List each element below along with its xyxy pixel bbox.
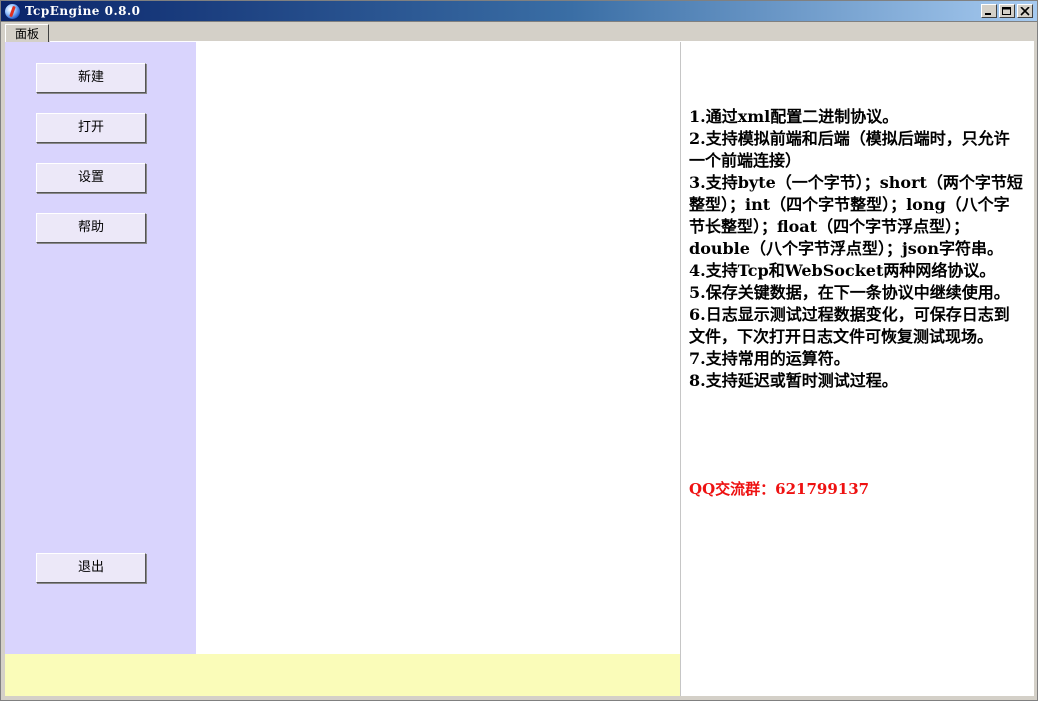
window-controls [981,4,1033,18]
maximize-icon [1002,7,1011,15]
window-title: TcpEngine 0.8.0 [25,4,141,18]
feature-item: 1.通过xml配置二进制协议。 [689,107,899,126]
feature-item: 2.支持模拟前端和后端（模拟后端时，只允许一个前端连接） [689,129,1010,170]
sidebar: 新建 打开 设置 帮助 退出 [5,42,196,654]
feature-item: 7.支持常用的运算符。 [689,349,850,368]
feature-list: 1.通过xml配置二进制协议。 2.支持模拟前端和后端（模拟后端时，只允许一个前… [689,106,1024,392]
maximize-button[interactable] [999,4,1015,18]
title-bar[interactable]: TcpEngine 0.8.0 [0,0,1038,22]
new-button[interactable]: 新建 [36,63,146,93]
tab-strip: 面板 [0,22,1038,43]
feature-item: 3.支持byte（一个字节）；short（两个字节短整型）；int（四个字节整型… [689,173,1023,258]
feature-item: 5.保存关键数据，在下一条协议中继续使用。 [689,283,1010,302]
feature-item: 4.支持Tcp和WebSocket两种网络协议。 [689,261,996,280]
main-panel: 新建 打开 设置 帮助 退出 1.通过xml配置二进制协议。 2.支持模拟前端和… [5,42,1034,696]
workspace-area[interactable] [196,42,680,654]
help-button[interactable]: 帮助 [36,213,146,243]
minimize-button[interactable] [981,4,997,18]
close-button[interactable] [1017,4,1033,18]
close-icon [1020,7,1030,16]
log-status-bar [5,654,680,696]
qq-group-text: QQ交流群：621799137 [689,480,870,498]
tab-panel[interactable]: 面板 [5,24,50,43]
settings-button[interactable]: 设置 [36,163,146,193]
app-globe-icon[interactable] [5,4,20,19]
feature-item: 6.日志显示测试过程数据变化，可保存日志到文件，下次打开日志文件可恢复测试现场。 [689,305,1010,346]
feature-item: 8.支持延迟或暂时测试过程。 [689,371,898,390]
open-button[interactable]: 打开 [36,113,146,143]
exit-button[interactable]: 退出 [36,553,146,583]
info-pane: 1.通过xml配置二进制协议。 2.支持模拟前端和后端（模拟后端时，只允许一个前… [681,42,1034,696]
minimize-icon [985,13,991,15]
